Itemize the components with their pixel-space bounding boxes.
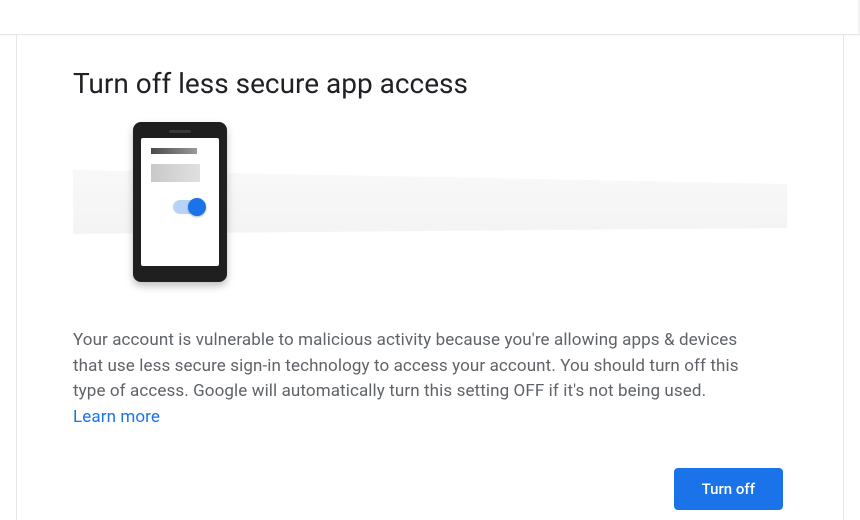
toggle-knob-icon [188, 198, 206, 216]
toggle-icon [173, 200, 203, 214]
top-bar [0, 0, 860, 35]
phone-icon [133, 122, 227, 282]
description-text: Your account is vulnerable to malicious … [73, 328, 753, 430]
description-body: Your account is vulnerable to malicious … [73, 330, 739, 401]
page-title: Turn off less secure app access [73, 67, 787, 100]
phone-speaker-icon [169, 130, 191, 133]
phone-content-line [151, 148, 197, 154]
settings-card: Turn off less secure app access Your acc… [16, 35, 844, 520]
phone-screen [141, 138, 219, 266]
button-row: Turn off [73, 468, 787, 510]
hero-illustration [73, 122, 787, 298]
turn-off-button[interactable]: Turn off [674, 468, 783, 510]
learn-more-link[interactable]: Learn more [73, 407, 160, 427]
phone-content-block [151, 164, 200, 182]
